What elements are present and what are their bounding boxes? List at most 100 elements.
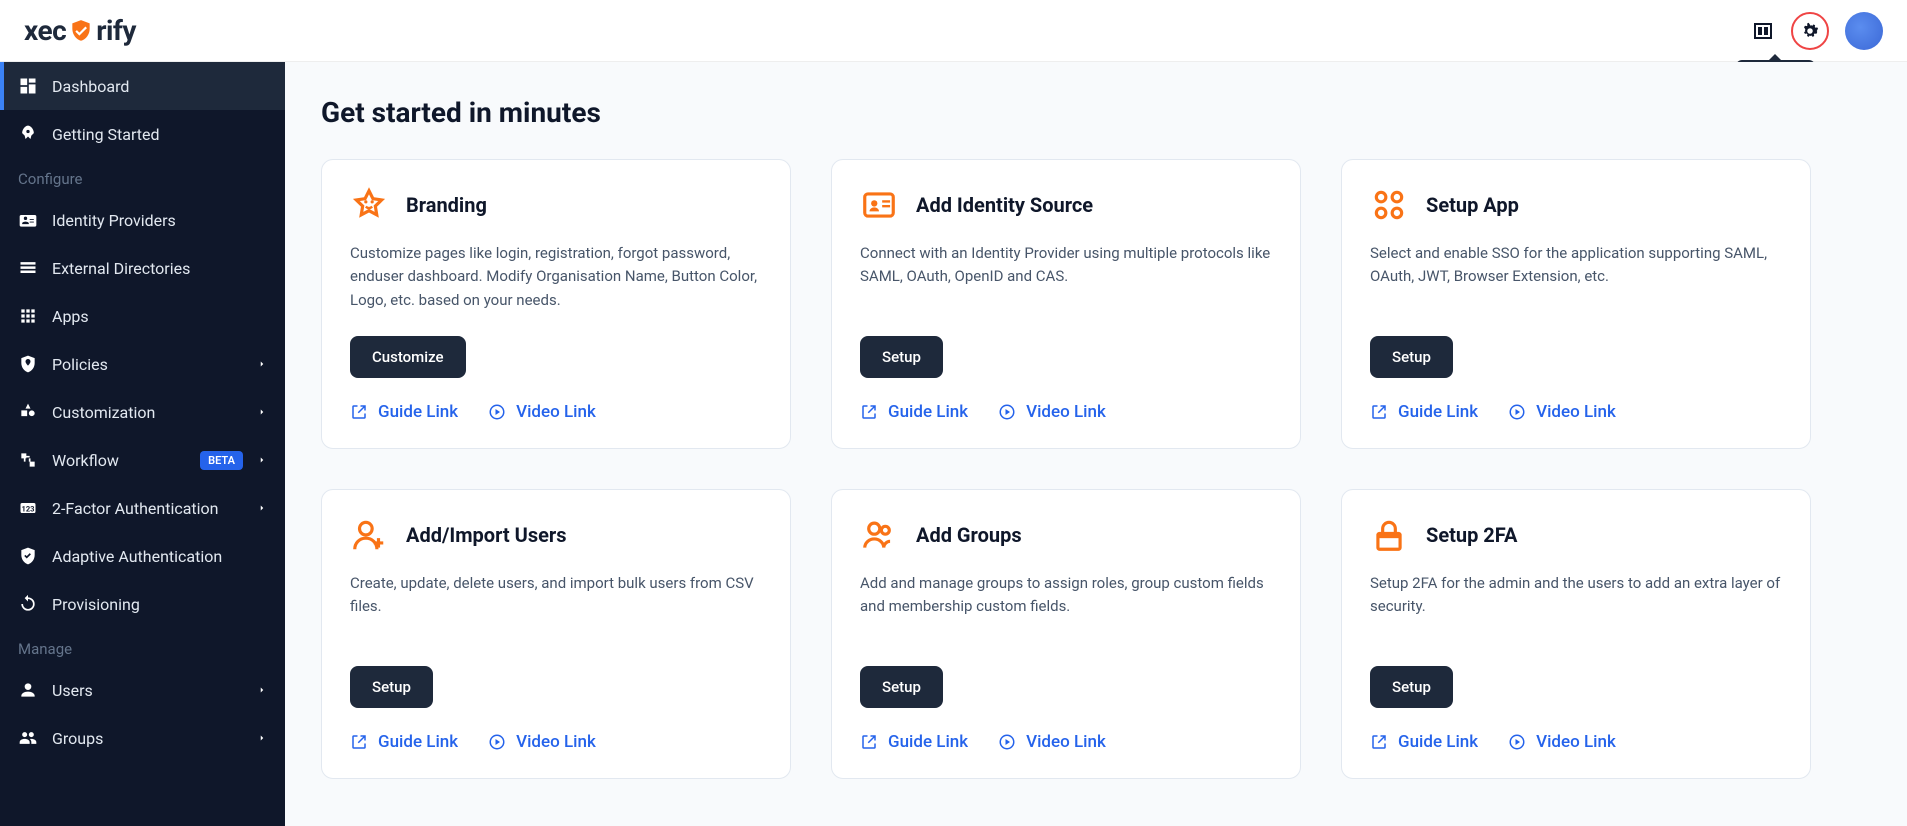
dashboard-icon (18, 76, 38, 96)
top-header: xec rify (0, 0, 1907, 62)
sidebar-item-adaptive-auth[interactable]: Adaptive Authentication (0, 532, 285, 580)
main-content: Get started in minutes Branding Customiz… (285, 62, 1907, 826)
chevron-right-icon (257, 733, 267, 743)
card-setup-2fa: Setup 2FA Setup 2FA for the admin and th… (1341, 489, 1811, 779)
video-link[interactable]: Video Link (1508, 732, 1616, 752)
external-link-icon (350, 733, 368, 751)
apps-icon (1370, 186, 1408, 224)
sidebar-item-getting-started[interactable]: Getting Started (0, 110, 285, 158)
brand-logo[interactable]: xec rify (24, 14, 136, 47)
card-action-button[interactable]: Setup (860, 666, 943, 708)
play-circle-icon (488, 733, 506, 751)
card-links: Guide Link Video Link (350, 402, 762, 422)
useradd-icon (350, 516, 388, 554)
guide-link[interactable]: Guide Link (860, 402, 968, 422)
sidebar-item-workflow[interactable]: Workflow BETA (0, 436, 285, 484)
grid-icon (18, 306, 38, 326)
external-link-icon (350, 403, 368, 421)
play-circle-icon (488, 403, 506, 421)
lock-icon (1370, 516, 1408, 554)
card-links: Guide Link Video Link (1370, 402, 1782, 422)
header-actions (1751, 12, 1883, 50)
settings-button[interactable] (1791, 12, 1829, 50)
chevron-right-icon (257, 407, 267, 417)
card-header: Setup 2FA (1370, 516, 1782, 554)
card-action-button[interactable]: Customize (350, 336, 466, 378)
sidebar-item-provisioning[interactable]: Provisioning (0, 580, 285, 628)
chevron-right-icon (257, 455, 267, 465)
sidebar-item-label: 2-Factor Authentication (52, 499, 243, 518)
video-link[interactable]: Video Link (488, 402, 596, 422)
list-icon (18, 258, 38, 278)
card-links: Guide Link Video Link (350, 732, 762, 752)
star-icon (350, 186, 388, 224)
sidebar-item-groups[interactable]: Groups (0, 714, 285, 762)
rocket-icon (18, 124, 38, 144)
card-action-button[interactable]: Setup (350, 666, 433, 708)
docs-icon[interactable] (1751, 19, 1775, 43)
brand-text-2: rify (96, 14, 136, 47)
sidebar-item-label: Getting Started (52, 125, 267, 144)
video-link[interactable]: Video Link (998, 402, 1106, 422)
shield-check-icon (68, 18, 94, 44)
card-action-button[interactable]: Setup (860, 336, 943, 378)
tfa-icon: 123 (18, 498, 38, 518)
card-header: Branding (350, 186, 762, 224)
video-link[interactable]: Video Link (488, 732, 596, 752)
sidebar-item-customization[interactable]: Customization (0, 388, 285, 436)
sidebar-item-label: Dashboard (52, 77, 267, 96)
page-title: Get started in minutes (321, 96, 1871, 129)
sidebar-item-label: Users (52, 681, 243, 700)
chevron-right-icon (257, 503, 267, 513)
card-add-groups: Add Groups Add and manage groups to assi… (831, 489, 1301, 779)
groups-icon (18, 728, 38, 748)
sidebar-item-dashboard[interactable]: Dashboard (0, 62, 285, 110)
sidebar-item-label: Policies (52, 355, 243, 374)
card-title: Setup App (1426, 193, 1519, 217)
play-circle-icon (998, 733, 1016, 751)
idcard-icon (860, 186, 898, 224)
card-links: Guide Link Video Link (1370, 732, 1782, 752)
sidebar-item-2fa[interactable]: 123 2-Factor Authentication (0, 484, 285, 532)
user-icon (18, 680, 38, 700)
guide-link[interactable]: Guide Link (1370, 732, 1478, 752)
card-title: Add Groups (916, 523, 1022, 547)
card-title: Branding (406, 193, 487, 217)
card-action-button[interactable]: Setup (1370, 336, 1453, 378)
sync-icon (18, 594, 38, 614)
id-icon (18, 210, 38, 230)
card-header: Add Identity Source (860, 186, 1272, 224)
sidebar-item-users[interactable]: Users (0, 666, 285, 714)
brand-text-1: xec (24, 14, 66, 47)
workflow-icon (18, 450, 38, 470)
card-setup-app: Setup App Select and enable SSO for the … (1341, 159, 1811, 449)
guide-link[interactable]: Guide Link (1370, 402, 1478, 422)
guide-link[interactable]: Guide Link (860, 732, 968, 752)
sidebar-item-identity-providers[interactable]: Identity Providers (0, 196, 285, 244)
play-circle-icon (1508, 403, 1526, 421)
card-links: Guide Link Video Link (860, 732, 1272, 752)
card-links: Guide Link Video Link (860, 402, 1272, 422)
card-title: Setup 2FA (1426, 523, 1517, 547)
guide-link[interactable]: Guide Link (350, 402, 458, 422)
sidebar-section-manage: Manage (0, 628, 285, 666)
play-circle-icon (998, 403, 1016, 421)
video-link[interactable]: Video Link (1508, 402, 1616, 422)
sidebar-item-policies[interactable]: Policies (0, 340, 285, 388)
sidebar-item-label: Groups (52, 729, 243, 748)
group-icon (860, 516, 898, 554)
sidebar-item-label: Workflow (52, 451, 186, 470)
card-description: Customize pages like login, registration… (350, 242, 762, 312)
beta-badge: BETA (200, 451, 243, 470)
video-link[interactable]: Video Link (998, 732, 1106, 752)
sidebar-item-label: Apps (52, 307, 267, 326)
sidebar-item-apps[interactable]: Apps (0, 292, 285, 340)
user-avatar[interactable] (1845, 12, 1883, 50)
svg-text:123: 123 (22, 504, 35, 513)
guide-link[interactable]: Guide Link (350, 732, 458, 752)
sidebar-item-external-directories[interactable]: External Directories (0, 244, 285, 292)
cards-grid: Branding Customize pages like login, reg… (321, 159, 1871, 779)
card-header: Add Groups (860, 516, 1272, 554)
play-circle-icon (1508, 733, 1526, 751)
card-action-button[interactable]: Setup (1370, 666, 1453, 708)
